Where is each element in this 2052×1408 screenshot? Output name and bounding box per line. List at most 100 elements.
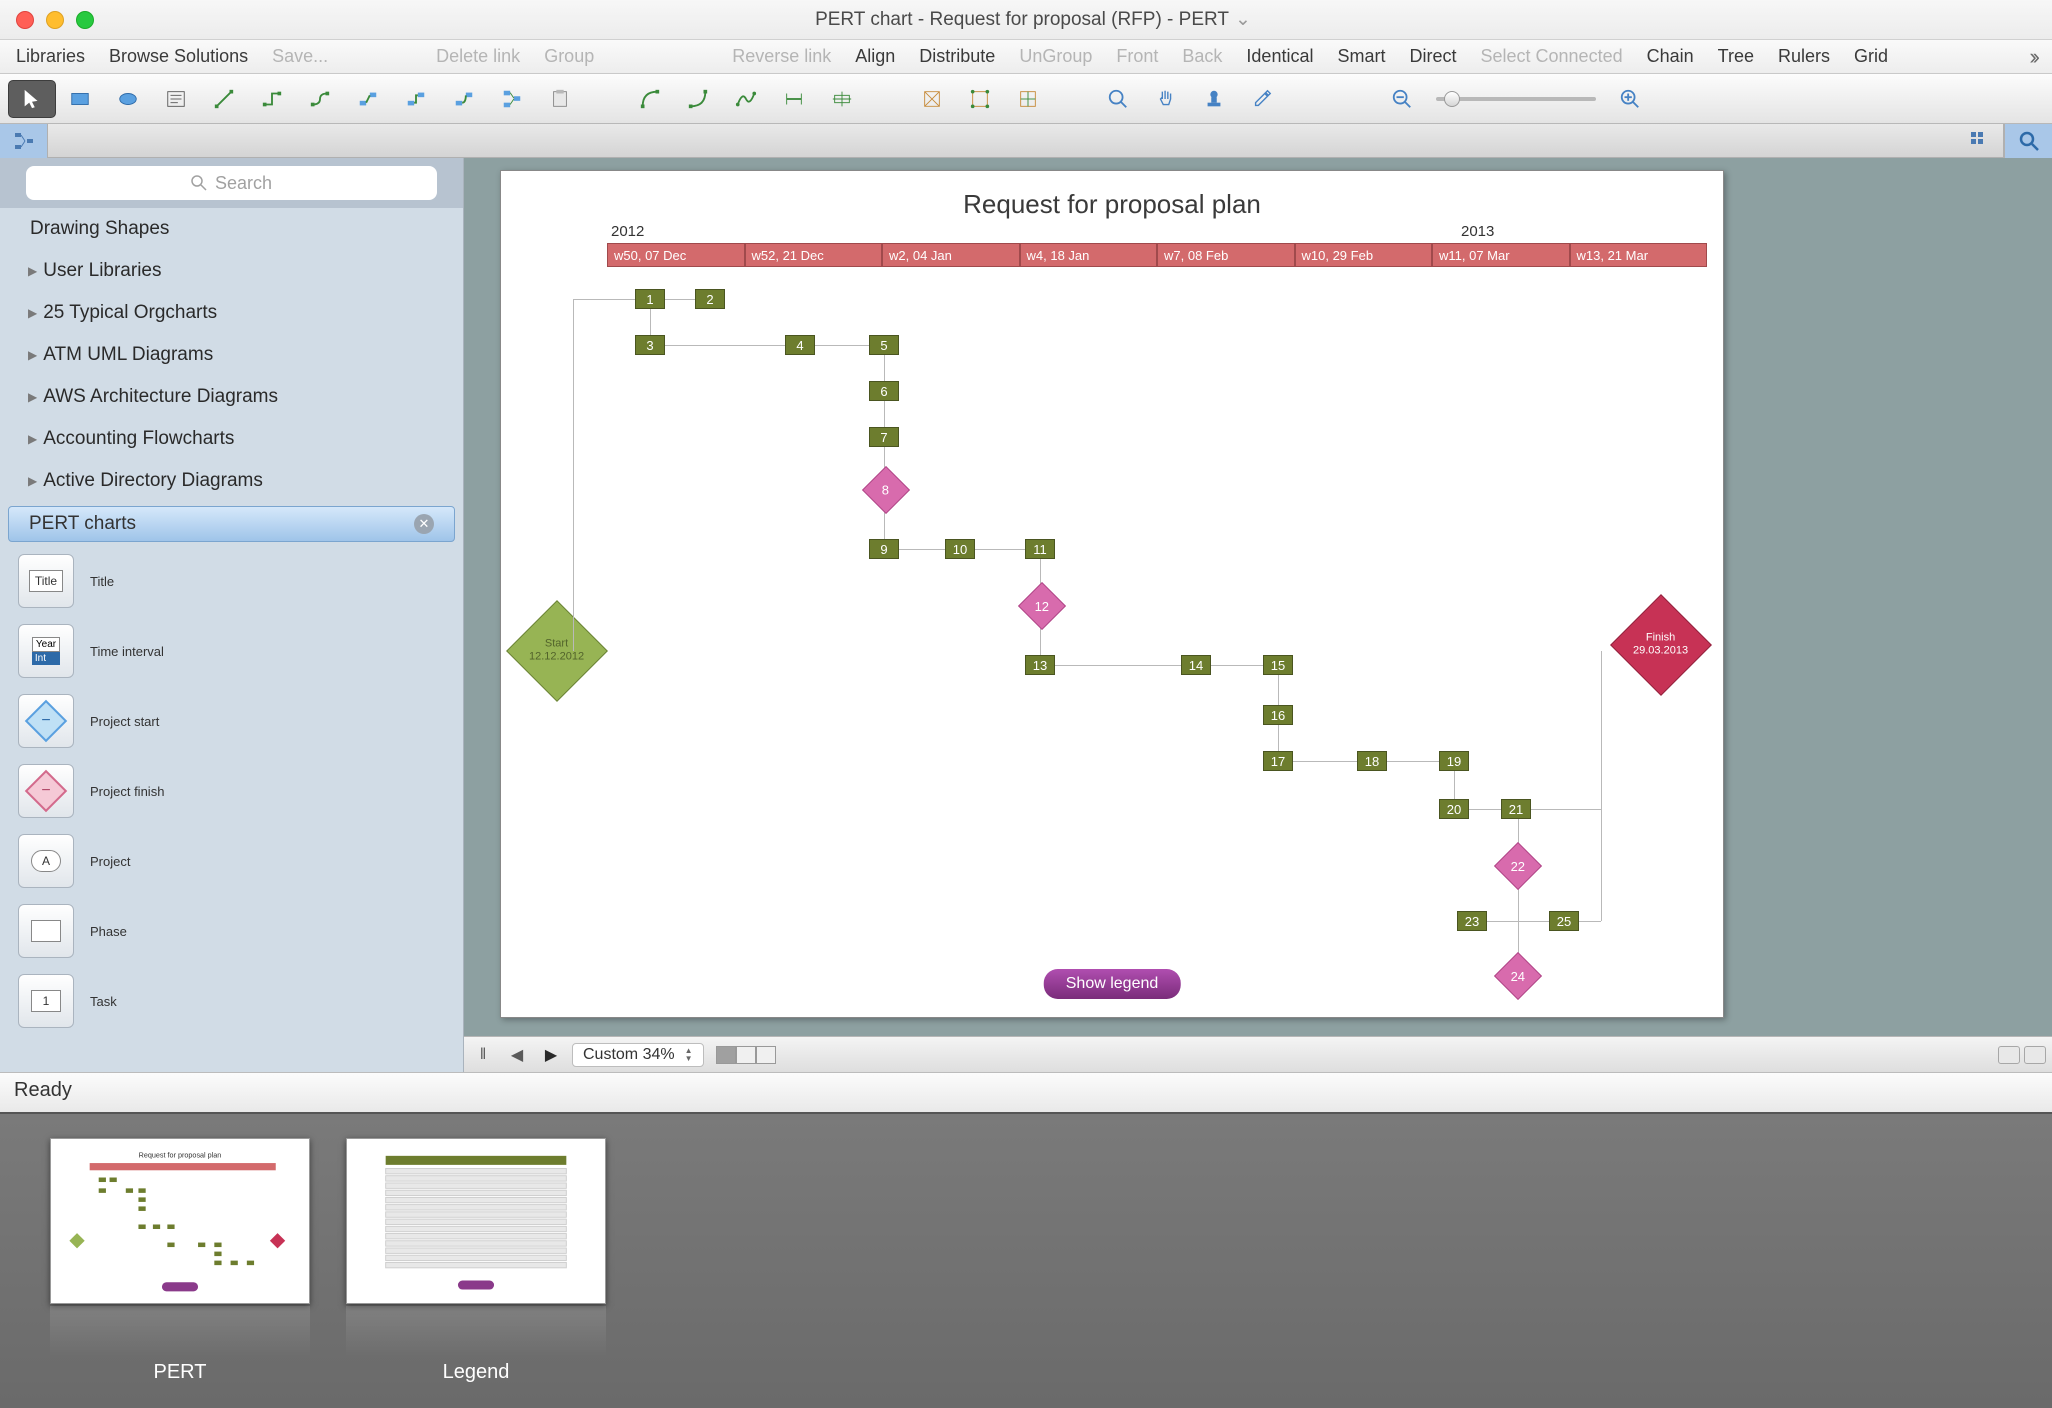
sidebar-tab-grid-icon[interactable] [1956,124,2004,158]
page-handle-icon[interactable]: ‖ [470,1043,496,1067]
arc-tool-1[interactable] [626,80,674,118]
task-node[interactable]: 9 [869,539,899,559]
menu-delete-link[interactable]: Delete link [436,46,520,67]
shape-item[interactable]: 1Task [0,966,463,1036]
task-node[interactable]: 18 [1357,751,1387,771]
zoom-in-button[interactable] [1606,80,1654,118]
view-mode-buttons[interactable] [716,1046,776,1064]
prev-page-button[interactable]: ◀ [504,1043,530,1067]
shape-item[interactable]: Phase [0,896,463,966]
task-node[interactable]: 15 [1263,655,1293,675]
task-node[interactable]: 16 [1263,705,1293,725]
stamp-tool[interactable] [1190,80,1238,118]
menu-group[interactable]: Group [544,46,594,67]
zoom-window-button[interactable] [76,11,94,29]
connector-tool-6[interactable] [488,80,536,118]
library-header-active[interactable]: PERT charts ✕ [8,506,455,542]
menu-reverse-link[interactable]: Reverse link [732,46,831,67]
task-node[interactable]: 2 [695,289,725,309]
dimension-tool-box[interactable] [818,80,866,118]
menu-select-connected[interactable]: Select Connected [1481,46,1623,67]
task-node[interactable]: 11 [1025,539,1055,559]
menu-libraries[interactable]: Libraries [16,46,85,67]
menu-direct[interactable]: Direct [1409,46,1456,67]
footer-icon-2[interactable] [2024,1046,2046,1064]
task-node[interactable]: 4 [785,335,815,355]
text-tool[interactable] [152,80,200,118]
task-node[interactable]: 10 [945,539,975,559]
spline-tool[interactable] [722,80,770,118]
edit-tool-1[interactable] [908,80,956,118]
shape-item[interactable]: AProject [0,826,463,896]
menu-align[interactable]: Align [855,46,895,67]
milestone-node[interactable]: 24 [1494,952,1542,1000]
shape-item[interactable]: −Project start [0,686,463,756]
start-node[interactable]: Start12.12.2012 [506,600,608,702]
zoom-slider[interactable] [1436,97,1596,101]
shape-item[interactable]: TitleTitle [0,546,463,616]
library-item[interactable]: Drawing Shapes [0,208,463,250]
task-node[interactable]: 25 [1549,911,1579,931]
sidebar-tab-search-icon[interactable] [2004,124,2052,158]
stepper-icon[interactable]: ▲▼ [685,1047,693,1063]
menu-browse-solutions[interactable]: Browse Solutions [109,46,248,67]
arc-tool-2[interactable] [674,80,722,118]
connector-tool-2[interactable] [296,80,344,118]
milestone-node[interactable]: 22 [1494,842,1542,890]
close-window-button[interactable] [16,11,34,29]
library-item[interactable]: ▶Accounting Flowcharts [0,418,463,460]
select-tool[interactable] [8,80,56,118]
menu-distribute[interactable]: Distribute [919,46,995,67]
menu-tree[interactable]: Tree [1718,46,1754,67]
zoom-level-select[interactable]: Custom 34% ▲▼ [572,1043,704,1067]
library-item[interactable]: ▶AWS Architecture Diagrams [0,376,463,418]
clipboard-tool[interactable] [536,80,584,118]
library-item[interactable]: ▶User Libraries [0,250,463,292]
search-input[interactable]: Search [26,166,437,200]
task-node[interactable]: 14 [1181,655,1211,675]
shape-item[interactable]: −Project finish [0,756,463,826]
menu-grid[interactable]: Grid [1854,46,1888,67]
task-node[interactable]: 13 [1025,655,1055,675]
connector-tool-3[interactable] [344,80,392,118]
milestone-node[interactable]: 8 [862,466,910,514]
library-item[interactable]: ▶ATM UML Diagrams [0,334,463,376]
eyedropper-tool[interactable] [1238,80,1286,118]
menu-front[interactable]: Front [1116,46,1158,67]
menu-rulers[interactable]: Rulers [1778,46,1830,67]
menu-smart[interactable]: Smart [1337,46,1385,67]
finish-node[interactable]: Finish29.03.2013 [1610,594,1712,696]
task-node[interactable]: 6 [869,381,899,401]
zoom-tool[interactable] [1094,80,1142,118]
task-node[interactable]: 5 [869,335,899,355]
next-page-button[interactable]: ▶ [538,1043,564,1067]
show-legend-button[interactable]: Show legend [1044,969,1181,999]
library-item[interactable]: ▶25 Typical Orgcharts [0,292,463,334]
close-icon[interactable]: ✕ [414,514,434,534]
pan-tool[interactable] [1142,80,1190,118]
task-node[interactable]: 17 [1263,751,1293,771]
ellipse-tool[interactable] [104,80,152,118]
canvas-page[interactable]: Request for proposal plan 2012 2013 w50,… [500,170,1724,1018]
task-node[interactable]: 20 [1439,799,1469,819]
milestone-node[interactable]: 12 [1018,582,1066,630]
sidebar-tab-tree-icon[interactable] [0,124,48,158]
menu-chain[interactable]: Chain [1647,46,1694,67]
menu-ungroup[interactable]: UnGroup [1019,46,1092,67]
connector-tool-4[interactable] [392,80,440,118]
task-node[interactable]: 19 [1439,751,1469,771]
menu-overflow-icon[interactable]: ›› [2029,44,2036,70]
edit-tool-3[interactable] [1004,80,1052,118]
title-dropdown-icon[interactable]: ⌄ [1235,9,1251,30]
slide-thumbnail[interactable]: Request for proposal plan PERT [50,1138,310,1384]
slide-thumbnail[interactable]: Legend [346,1138,606,1384]
task-node[interactable]: 1 [635,289,665,309]
line-tool[interactable] [200,80,248,118]
library-item[interactable]: ▶Active Directory Diagrams [0,460,463,502]
menu-save[interactable]: Save... [272,46,328,67]
task-node[interactable]: 21 [1501,799,1531,819]
shape-item[interactable]: YearIntTime interval [0,616,463,686]
connector-tool-1[interactable] [248,80,296,118]
footer-icon-1[interactable] [1998,1046,2020,1064]
minimize-window-button[interactable] [46,11,64,29]
